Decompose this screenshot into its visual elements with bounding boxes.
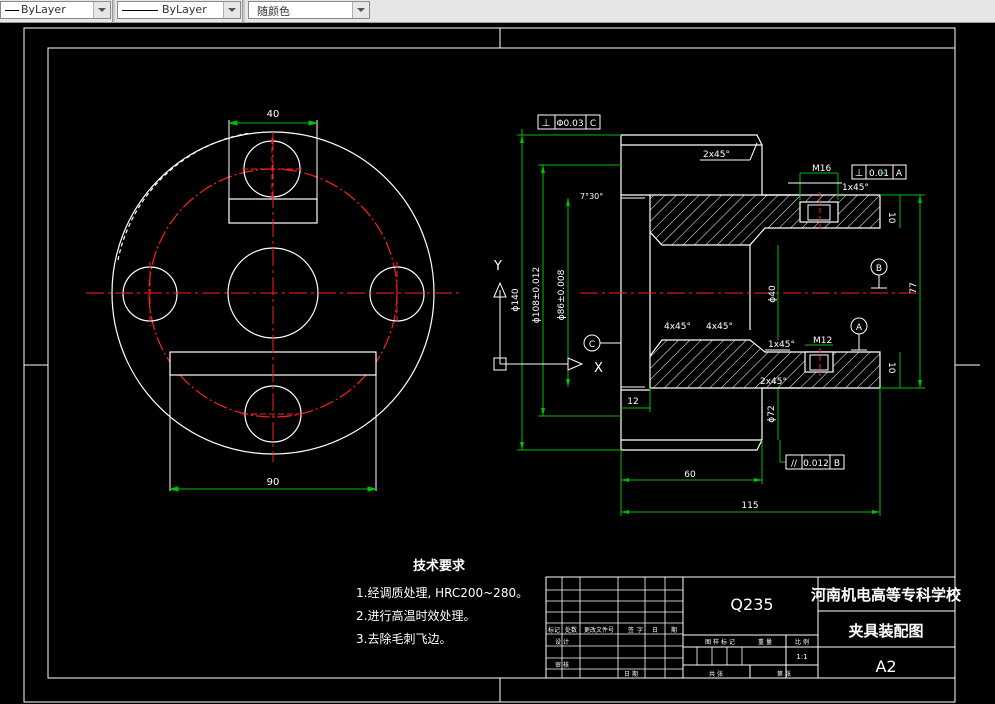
chamfer-small-bottom: 1x45° xyxy=(768,340,795,350)
dim-90: 90 xyxy=(267,477,280,488)
properties-toolbar: ByLayer ByLayer 随颜色 xyxy=(0,0,995,23)
design-label: 设 计 xyxy=(555,638,569,646)
ucs-x-label: X xyxy=(594,361,603,376)
linetype-label: ByLayer xyxy=(21,3,66,16)
toolbar-separator xyxy=(242,0,245,22)
tol-right-symbol: ⊥ xyxy=(855,168,864,179)
row-label-sign: 签 xyxy=(628,626,634,634)
review-label: 审 核 xyxy=(555,661,569,669)
front-view[interactable]: 40 90 xyxy=(86,109,462,492)
tol-top-datum: C xyxy=(590,119,596,129)
row-label-char: 字 xyxy=(637,626,643,634)
row-label-file: 更改文件号 xyxy=(584,626,614,634)
chevron-down-icon[interactable] xyxy=(352,2,369,18)
phi86: ϕ86±0.008 xyxy=(557,269,567,320)
stage-label: 图 样 标 记 xyxy=(705,638,735,646)
line-sample xyxy=(5,10,19,11)
scale-label: 比 例 xyxy=(795,638,809,646)
tol-bottom-value: 0.012 xyxy=(803,459,829,469)
phi108: ϕ108±0.012 xyxy=(532,267,542,323)
total-sheets: 共 张 xyxy=(709,670,723,678)
angle-label: 7°30° xyxy=(580,192,603,201)
toolbar-separator xyxy=(112,0,115,22)
row-label-mark: 标记 xyxy=(548,626,560,634)
tol-right-value: 0.01 xyxy=(869,169,889,179)
dim-12: 12 xyxy=(627,397,638,407)
notes-title: 技术要求 xyxy=(413,558,466,574)
drawing-name: 夹具装配图 xyxy=(848,622,923,640)
line-sample xyxy=(122,10,158,11)
lineweight-label: ByLayer xyxy=(162,3,207,16)
datum-a: A xyxy=(856,323,863,333)
tol-top-value: Φ0.03 xyxy=(556,119,583,129)
hatch-upper xyxy=(649,194,881,246)
sheet-number: 第 张 xyxy=(777,670,791,678)
chamfer-4x45-a: 4x45° xyxy=(664,322,691,332)
phi140: ϕ140 xyxy=(511,288,521,311)
datum-c: C xyxy=(589,340,595,350)
chamfer-4x45-b: 4x45° xyxy=(706,322,733,332)
linetype-dropdown[interactable]: ByLayer xyxy=(0,1,111,19)
phi72: ϕ72 xyxy=(767,405,777,422)
scale-value: 1:1 xyxy=(796,653,807,661)
dim-10-top: 10 xyxy=(886,212,896,224)
note-item-3: 3.去除毛刺飞边。 xyxy=(356,631,451,646)
date-label: 日 期 xyxy=(624,670,638,678)
lineweight-dropdown[interactable]: ByLayer xyxy=(117,1,241,19)
sheet-size: A2 xyxy=(875,657,896,676)
school-name: 河南机电高等专科学校 xyxy=(811,586,962,604)
datum-b: B xyxy=(876,264,882,274)
tol-top-symbol: ⊥ xyxy=(542,118,551,129)
ucs-y-label: Y xyxy=(493,259,502,274)
dim-60: 60 xyxy=(684,470,696,480)
section-view[interactable]: ⊥ Φ0.03 C ⊥ 0.01 A // 0.012 B B A C 2x45… xyxy=(511,114,925,516)
dim-115: 115 xyxy=(741,501,758,511)
dim-10-bottom: 10 xyxy=(886,362,896,374)
note-item-2: 2.进行高温时效处理。 xyxy=(356,608,475,623)
technical-notes: 技术要求 1.经调质处理, HRC200~280。 2.进行高温时效处理。 3.… xyxy=(356,558,528,646)
drawing-canvas[interactable]: 40 90 ⊥ Φ0.03 C ⊥ 0.01 A // 0.012 B B A … xyxy=(0,22,995,704)
phi40: ϕ40 xyxy=(768,285,778,303)
chamfer-bottom: 2x45° xyxy=(760,377,787,387)
color-dropdown[interactable]: 随颜色 xyxy=(248,1,370,19)
dim-40: 40 xyxy=(267,109,280,120)
row-label-period: 期 xyxy=(671,626,677,634)
tol-bottom-datum: B xyxy=(834,459,840,469)
chevron-down-icon[interactable] xyxy=(93,2,110,18)
m16-label: M16 xyxy=(812,164,831,174)
chamfer-small-top: 1x45° xyxy=(842,183,869,193)
color-label: 随颜色 xyxy=(257,5,290,18)
tol-right-datum: A xyxy=(896,169,903,179)
note-item-1: 1.经调质处理, HRC200~280。 xyxy=(356,586,528,600)
dim-77: 77 xyxy=(909,282,919,293)
weight-label: 重 量 xyxy=(758,638,772,646)
material-label: Q235 xyxy=(730,595,773,614)
row-label-count: 处数 xyxy=(565,626,577,634)
row-label-day: 日 xyxy=(652,627,658,634)
m12-label: M12 xyxy=(813,336,832,346)
chamfer-top: 2x45° xyxy=(703,150,730,160)
chevron-down-icon[interactable] xyxy=(223,2,240,18)
tol-bottom-symbol: // xyxy=(791,459,798,469)
